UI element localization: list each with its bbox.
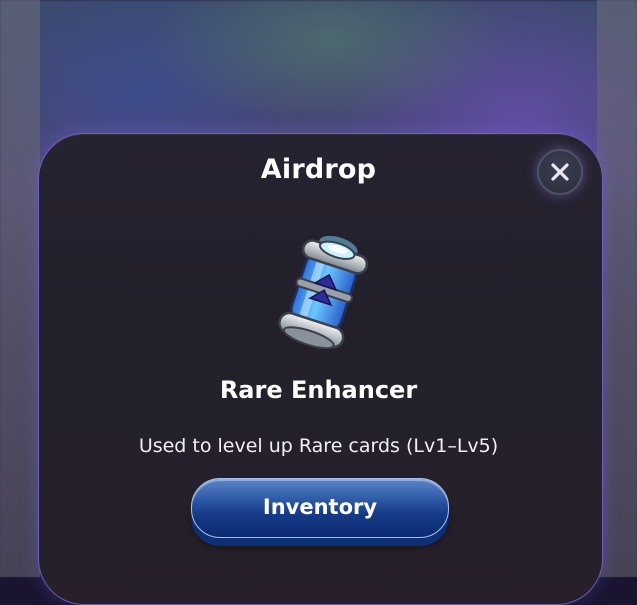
rare-enhancer-capsule-icon [278,235,369,350]
background-edge-right [597,0,637,577]
inventory-button[interactable]: Inventory [191,478,449,538]
close-icon [551,163,569,181]
background-edge-left [0,0,40,577]
item-name: Rare Enhancer [219,376,418,404]
item-description: Used to level up Rare cards (Lv1–Lv5) [138,435,499,457]
close-button[interactable] [537,149,583,195]
